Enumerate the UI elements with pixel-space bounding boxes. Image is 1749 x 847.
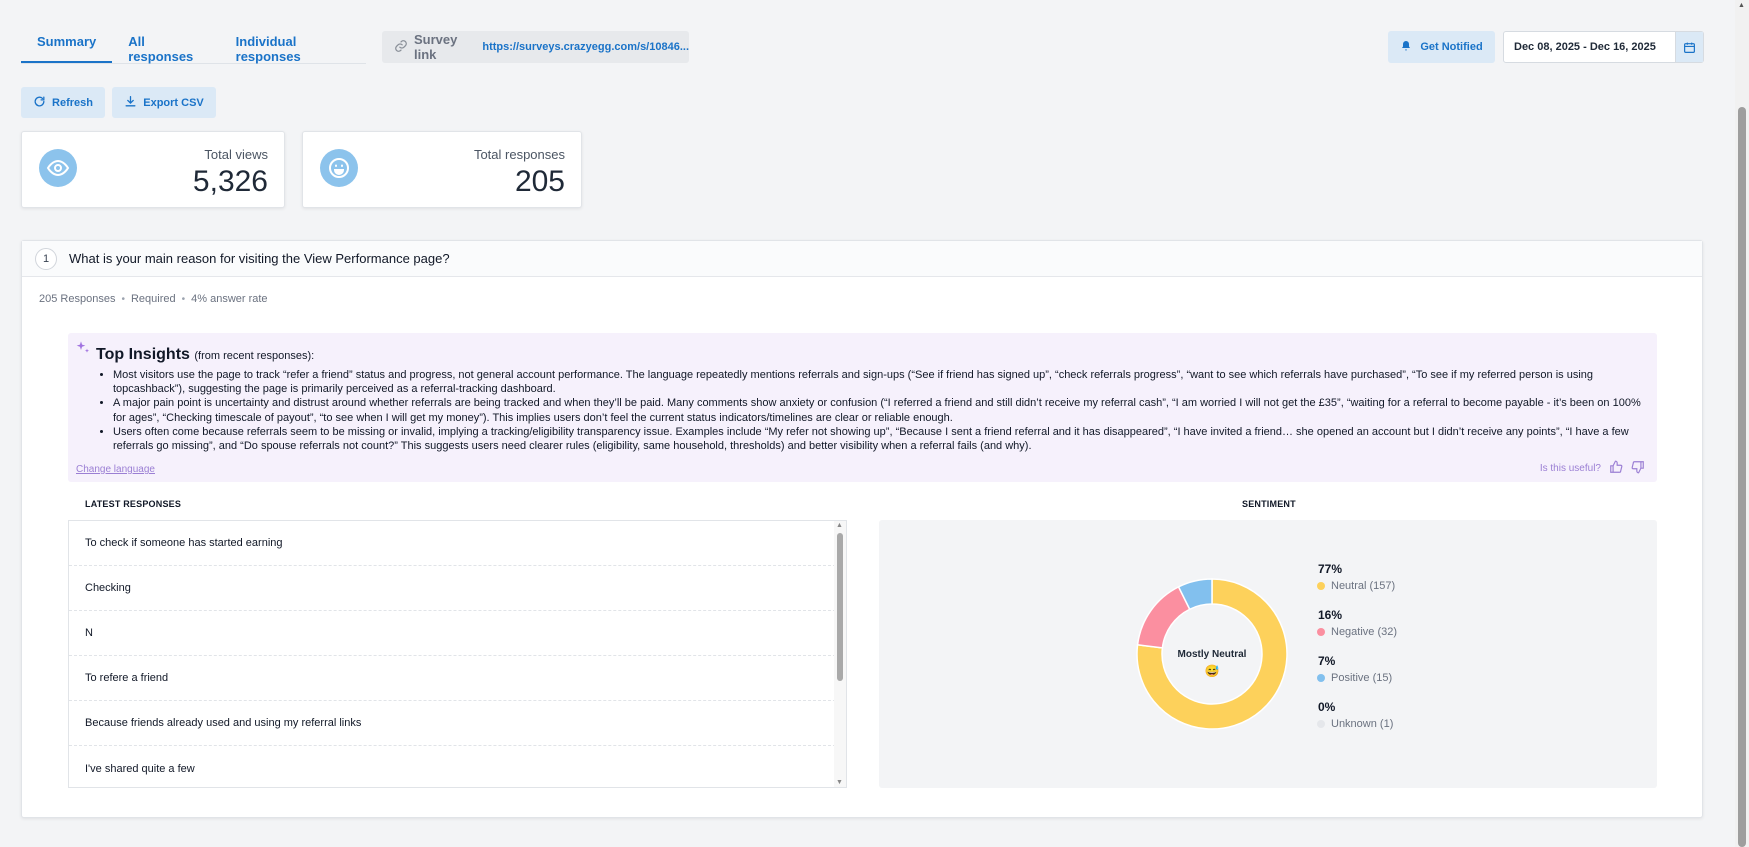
legend-item-positive: 7% Positive (15) [1317,654,1397,700]
legend-label: Negative (32) [1331,626,1398,638]
donut-slice [1136,585,1191,649]
legend-percent: 7% [1318,654,1336,668]
insights-title-text: Top Insights [96,346,190,363]
page-scrollbar-thumb[interactable] [1738,107,1746,847]
scroll-down-arrow-icon[interactable]: ▼ [836,779,843,786]
legend-swatch [1317,674,1325,682]
survey-link-label: Survey link [414,32,458,62]
smiley-icon [320,149,358,187]
donut-center-emoji: 😅 [1205,664,1220,678]
calendar-icon[interactable] [1675,32,1703,62]
total-views-value: 5,326 [192,165,268,198]
date-range-value: Dec 08, 2025 - Dec 16, 2025 [1514,41,1656,53]
tab-bar: Summary All responses Individual respons… [21,22,366,64]
get-notified-label: Get Notified [1420,41,1483,53]
refresh-icon [33,95,46,111]
legend-swatch [1317,720,1325,728]
legend-percent: 0% [1318,700,1336,714]
get-notified-button[interactable]: Get Notified [1388,31,1495,63]
sentiment-panel: Mostly Neutral 😅 77% Neutral (157) 16% N… [879,520,1657,788]
page-scrollbar[interactable]: ▲ [1735,0,1749,847]
legend-label: Neutral (157) [1331,580,1396,592]
legend-swatch [1317,628,1325,636]
sentiment-donut-chart: Mostly Neutral 😅 [1136,578,1288,730]
legend-label: Positive (15) [1331,672,1393,684]
top-insights-panel: Top Insights (from recent responses): Mo… [68,333,1657,482]
legend-percent: 16% [1318,608,1343,622]
survey-link: Survey link https://surveys.crazyegg.com… [382,31,689,63]
date-range-picker[interactable]: Dec 08, 2025 - Dec 16, 2025 [1503,31,1704,63]
total-views-label: Total views [204,147,268,162]
legend-label: Unknown (1) [1331,718,1394,730]
donut-center-label: Mostly Neutral [1178,649,1247,660]
total-responses-label: Total responses [473,147,565,162]
legend-percent: 77% [1318,562,1343,576]
download-icon [124,95,137,111]
sparkle-icon [75,340,91,361]
sentiment-legend: 77% Neutral (157) 16% Negative (32) 7% P… [1317,562,1397,746]
latest-responses-title: LATEST RESPONSES [85,499,182,509]
tab-all-responses[interactable]: All responses [112,22,219,64]
latest-responses-list[interactable]: To check if someone has started earning … [68,520,847,788]
legend-swatch [1317,582,1325,590]
refresh-label: Refresh [52,96,93,109]
bell-icon [1400,40,1412,55]
scrollbar-thumb[interactable] [837,533,843,681]
insight-item: Users often come because referrals seem … [113,425,1648,453]
separator-dot: • [181,293,186,305]
total-responses-card: Total responses 205 [302,131,582,208]
question-number: 1 [35,247,57,270]
export-csv-label: Export CSV [143,96,204,109]
legend-item-neutral: 77% Neutral (157) [1317,562,1397,608]
link-icon [394,39,408,56]
total-responses-value: 205 [514,165,565,198]
thumbs-down-icon[interactable] [1631,460,1645,477]
insight-item: A major pain point is uncertainty and di… [113,396,1648,424]
change-language-link[interactable]: Change language [76,464,155,475]
legend-item-negative: 16% Negative (32) [1317,608,1397,654]
scroll-up-arrow-icon[interactable]: ▲ [836,522,843,529]
insights-list: Most visitors use the page to track “ref… [113,368,1648,453]
list-item: Because friends already used and using m… [69,701,836,746]
list-scrollbar[interactable]: ▲ ▼ [834,521,846,787]
eye-icon [39,149,77,187]
is-this-useful-label: Is this useful? [1539,463,1601,474]
question-header: 1 What is your main reason for visiting … [22,241,1702,277]
separator-dot: • [121,293,125,305]
thumbs-up-icon[interactable] [1609,460,1623,477]
survey-link-url[interactable]: https://surveys.crazyegg.com/s/10846... [482,41,689,53]
list-item: N [69,611,836,656]
tab-individual-responses[interactable]: Individual responses [220,22,366,64]
question-meta: 205 Responses • Required • 4% answer rat… [39,293,268,305]
question-text: What is your main reason for visiting th… [69,251,450,266]
list-item: I've shared quite a few [85,762,195,775]
export-csv-button[interactable]: Export CSV [112,87,216,118]
refresh-button[interactable]: Refresh [21,87,105,118]
tab-summary[interactable]: Summary [21,22,113,63]
insights-title: Top Insights (from recent responses): [96,346,314,364]
required-label: Required [130,293,176,305]
insights-subtitle: (from recent responses): [194,350,315,362]
list-item: Checking [69,566,836,611]
legend-item-unknown: 0% Unknown (1) [1317,700,1397,746]
page-scroll-up-icon[interactable]: ▲ [1738,2,1745,9]
answer-rate: 4% answer rate [191,293,268,305]
response-count: 205 Responses [39,293,116,305]
total-views-card: Total views 5,326 [21,131,285,208]
insight-item: Most visitors use the page to track “ref… [113,368,1648,396]
sentiment-title: SENTIMENT [1242,499,1296,509]
feedback-prompt: Is this useful? [1540,460,1645,477]
question-card: 1 What is your main reason for visiting … [21,240,1703,818]
list-item: To check if someone has started earning [69,521,836,566]
list-item: To refere a friend [69,656,836,701]
